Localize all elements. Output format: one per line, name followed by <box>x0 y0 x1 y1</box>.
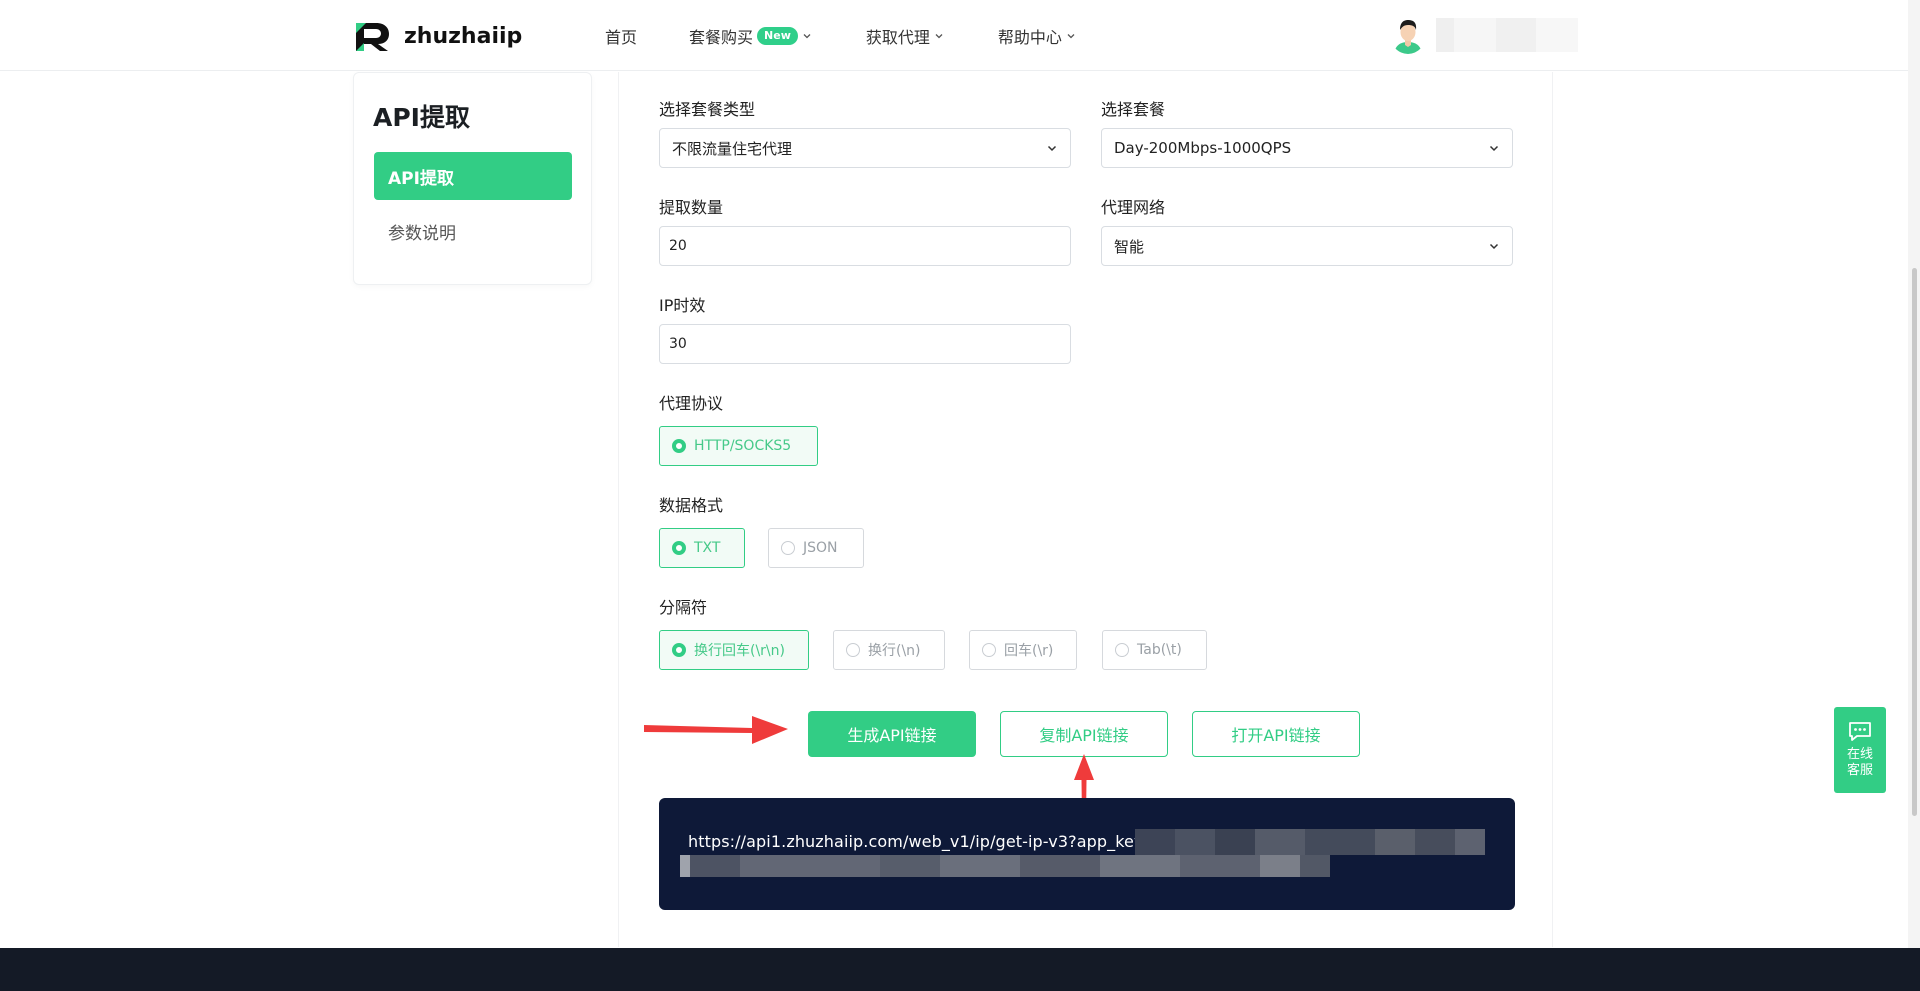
chat-bubble-icon <box>1849 722 1871 741</box>
top-navbar: zhuzhaiip 首页 套餐购买 New 获取代理 帮助中心 <box>0 0 1908 71</box>
copy-api-link-button[interactable]: 复制API链接 <box>1000 711 1168 757</box>
scrollbar-thumb[interactable] <box>1912 268 1917 816</box>
separator-radio-tab[interactable]: Tab(\t) <box>1102 630 1207 670</box>
nav-item-home[interactable]: 首页 <box>605 24 637 48</box>
package-select[interactable]: Day-200Mbps-1000QPS <box>1101 128 1513 168</box>
sidebar: API提取 API提取 参数说明 <box>353 72 592 285</box>
nav-item-get-proxy[interactable]: 获取代理 <box>866 24 944 48</box>
quantity-label: 提取数量 <box>659 198 724 217</box>
radio-label: 回车(\r) <box>1004 643 1054 659</box>
format-label: 数据格式 <box>659 496 724 515</box>
network-label: 代理网络 <box>1101 198 1166 217</box>
main-nav: 首页 套餐购买 New 获取代理 帮助中心 <box>605 24 1130 48</box>
online-support-button[interactable]: 在线 客服 <box>1834 707 1886 793</box>
sidebar-item-label: 参数说明 <box>388 224 456 244</box>
nav-item-label: 获取代理 <box>865 28 930 47</box>
chevron-down-icon <box>1047 145 1057 152</box>
nav-item-label: 帮助中心 <box>997 28 1062 47</box>
radio-label: TXT <box>694 540 721 556</box>
radio-dot-icon <box>846 643 860 657</box>
separator-label: 分隔符 <box>659 598 708 617</box>
protocol-radio-http-socks5[interactable]: HTTP/SOCKS5 <box>659 426 818 466</box>
format-radio-txt[interactable]: TXT <box>659 528 745 568</box>
radio-label: 换行(\n) <box>868 643 921 659</box>
package-type-select[interactable]: 不限流量住宅代理 <box>659 128 1071 168</box>
nav-item-packages[interactable]: 套餐购买 New <box>689 24 812 48</box>
package-type-value: 不限流量住宅代理 <box>672 139 793 158</box>
brand-name: zhuzhaiip <box>404 23 523 49</box>
chevron-down-icon <box>1489 243 1499 250</box>
username-redacted <box>1436 18 1578 52</box>
radio-label: JSON <box>803 540 838 556</box>
chevron-down-icon <box>935 34 943 39</box>
brand-logo[interactable]: zhuzhaiip <box>352 19 522 53</box>
network-select[interactable]: 智能 <box>1101 226 1513 266</box>
radio-dot-icon <box>982 643 996 657</box>
sidebar-item-param-doc[interactable]: 参数说明 <box>388 219 456 244</box>
radio-label: 换行回车(\r\n) <box>694 643 785 659</box>
separator-radio-crlf[interactable]: 换行回车(\r\n) <box>659 630 809 670</box>
ttl-input[interactable]: 30 <box>659 324 1071 364</box>
nav-item-label: 首页 <box>605 28 638 47</box>
arrow-right-icon <box>644 716 788 744</box>
chevron-down-icon <box>1489 145 1499 152</box>
api-link-text: https://api1.zhuzhaiip.com/web_v1/ip/get… <box>688 832 1158 851</box>
ttl-value: 30 <box>669 336 687 352</box>
sidebar-title: API提取 <box>373 103 470 132</box>
api-link-result-panel[interactable]: https://api1.zhuzhaiip.com/web_v1/ip/get… <box>659 798 1515 910</box>
chevron-down-icon <box>1067 34 1075 39</box>
new-badge: New <box>757 27 798 45</box>
ttl-label: IP时效 <box>659 296 706 315</box>
radio-dot-icon <box>672 541 686 555</box>
footer <box>0 948 1920 991</box>
radio-label: HTTP/SOCKS5 <box>694 438 792 454</box>
radio-dot-icon <box>781 541 795 555</box>
user-menu[interactable] <box>1390 16 1578 54</box>
brand-logo-icon <box>356 23 389 51</box>
radio-dot-icon <box>672 643 686 657</box>
redacted-app-key <box>1135 829 1485 855</box>
generate-api-link-button[interactable]: 生成API链接 <box>808 711 976 757</box>
format-radio-json[interactable]: JSON <box>768 528 864 568</box>
avatar <box>1390 16 1426 54</box>
nav-item-label: 套餐购买 <box>689 28 754 47</box>
chat-label-line2: 客服 <box>1846 763 1873 778</box>
sidebar-item-api-extract[interactable]: API提取 <box>374 152 572 200</box>
chevron-down-icon <box>803 34 811 39</box>
radio-label: Tab(\t) <box>1137 642 1182 658</box>
redacted-query <box>680 855 1330 877</box>
sidebar-item-label: API提取 <box>388 168 454 189</box>
protocol-label: 代理协议 <box>659 394 724 413</box>
quantity-value: 20 <box>669 238 687 254</box>
network-value: 智能 <box>1114 237 1145 256</box>
separator-radio-lf[interactable]: 换行(\n) <box>833 630 945 670</box>
chat-label-line1: 在线 <box>1846 747 1873 762</box>
package-label: 选择套餐 <box>1101 100 1166 119</box>
open-api-link-button[interactable]: 打开API链接 <box>1192 711 1360 757</box>
package-value: Day-200Mbps-1000QPS <box>1114 139 1292 157</box>
package-type-label: 选择套餐类型 <box>659 100 756 119</box>
quantity-input[interactable]: 20 <box>659 226 1071 266</box>
nav-item-help[interactable]: 帮助中心 <box>998 24 1076 48</box>
radio-dot-icon <box>1115 643 1129 657</box>
radio-dot-icon <box>672 439 686 453</box>
separator-radio-cr[interactable]: 回车(\r) <box>969 630 1077 670</box>
